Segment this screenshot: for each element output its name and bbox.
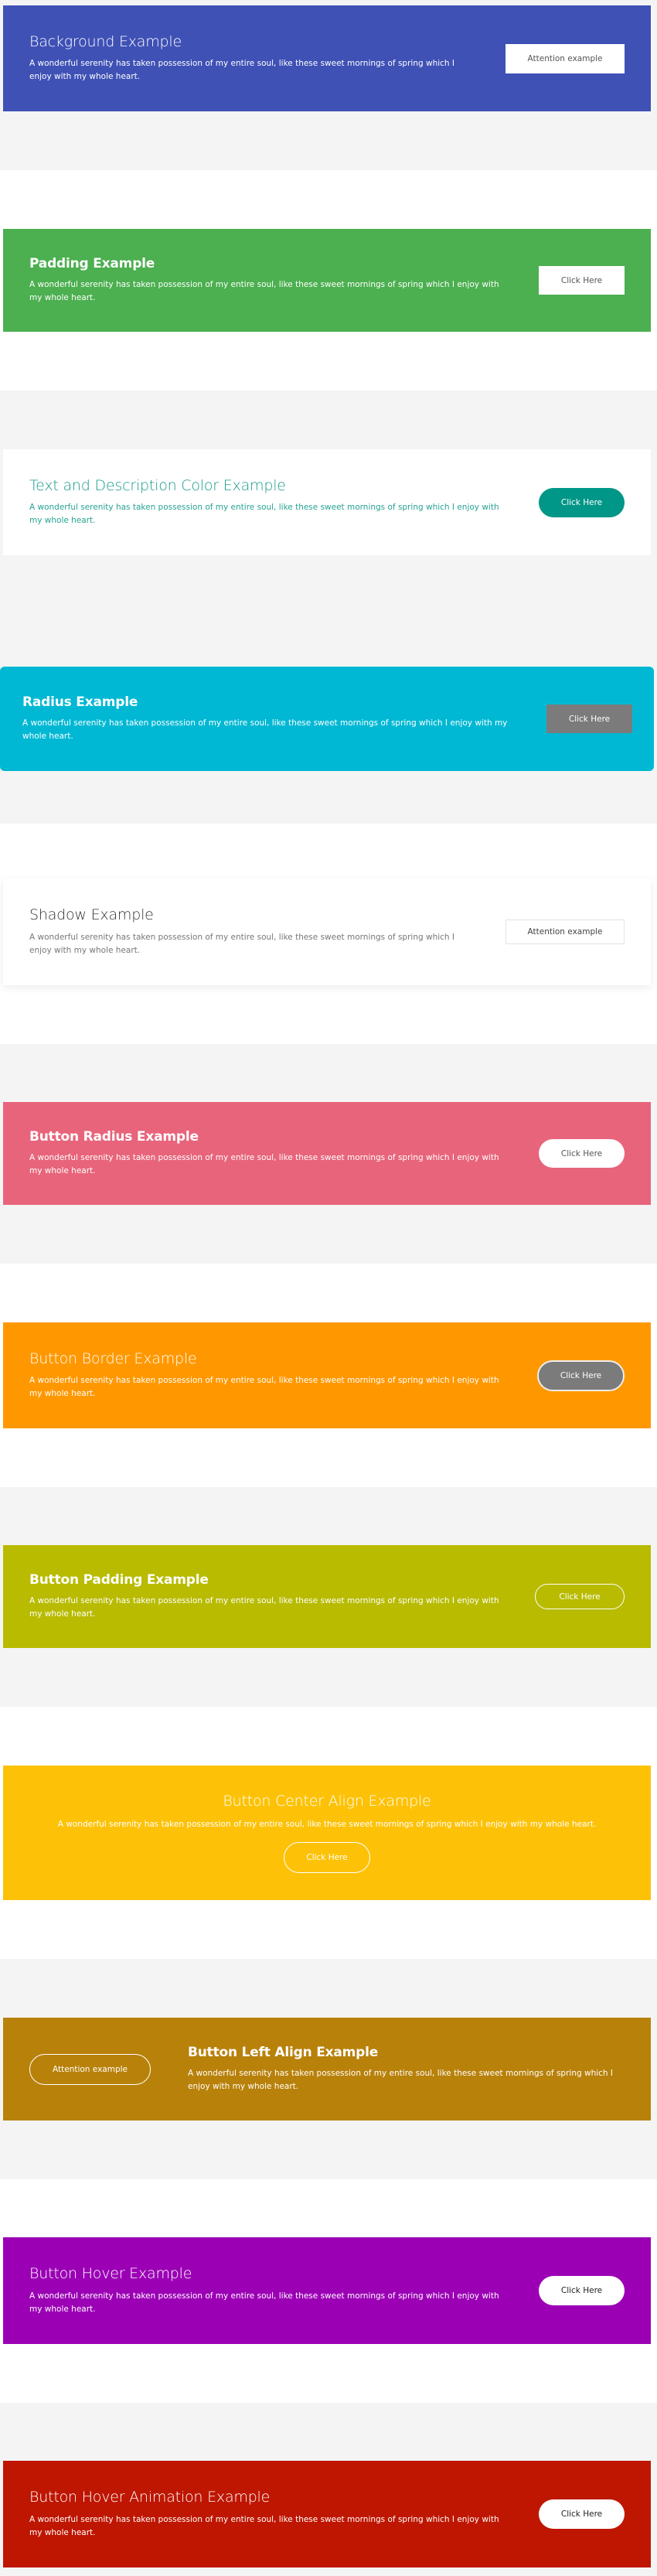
click-here-button[interactable]: Click Here [546,705,632,733]
click-here-button[interactable]: Click Here [539,1139,625,1168]
cta-background-example: Background Example A wonderful serenity … [3,5,651,111]
cta-description: A wonderful serenity has taken possessio… [22,718,508,742]
click-here-button[interactable]: Click Here [537,1360,625,1391]
cta-description: A wonderful serenity has taken possessio… [29,280,499,303]
cta-button-hover-animation-example: Button Hover Animation Example A wonderf… [3,2461,651,2567]
cta-title: Button Hover Animation Example [29,2489,271,2506]
cta-title: Padding Example [29,255,155,271]
click-here-button[interactable]: Click Here [539,487,625,517]
cta-description: A wonderful serenity has taken possessio… [188,2069,613,2092]
cta-text: Button Border Example A wonderful sereni… [29,1350,537,1401]
cta-title: Button Hover Example [29,2265,192,2283]
cta-shadow-example: Shadow Example A wonderful serenity has … [3,879,651,985]
cta-title: Button Left Align Example [188,2044,379,2060]
cta-button-radius-example: Button Radius Example A wonderful sereni… [3,1102,651,1205]
cta-description: A wonderful serenity has taken possessio… [29,1376,499,1399]
click-here-button[interactable]: Click Here [539,266,625,295]
cta-text: Radius Example A wonderful serenity has … [22,694,546,743]
cta-title: Text and Description Color Example [29,476,286,494]
cta-button-border-example: Button Border Example A wonderful sereni… [3,1322,651,1428]
cta-title: Button Padding Example [29,1571,209,1588]
attention-button[interactable]: Attention example [29,2053,151,2085]
cta-title: Radius Example [22,694,138,710]
cta-text: Background Example A wonderful serenity … [29,33,506,84]
cta-text: Button Radius Example A wonderful sereni… [29,1129,539,1178]
cta-text: Button Hover Example A wonderful serenit… [29,2265,539,2316]
click-here-button[interactable]: Click Here [535,1584,625,1609]
click-here-button[interactable]: Click Here [539,2499,625,2529]
cta-text: Button Padding Example A wonderful seren… [29,1572,535,1621]
cta-title: Shadow Example [29,906,154,924]
cta-text: Button Hover Animation Example A wonderf… [29,2489,539,2540]
cta-title: Background Example [29,32,182,50]
cta-description: A wonderful serenity has taken possessio… [29,2291,499,2314]
cta-title: Button Radius Example [29,1128,199,1145]
click-here-button[interactable]: Click Here [539,2276,625,2305]
cta-button-hover-example: Button Hover Example A wonderful serenit… [3,2237,651,2344]
cta-title: Button Center Align Example [223,1793,431,1810]
cta-description: A wonderful serenity has taken possessio… [29,2514,499,2537]
cta-button-left-align-example: Attention example Button Left Align Exam… [3,2018,651,2121]
cta-button-padding-example: Button Padding Example A wonderful seren… [3,1545,651,1648]
cta-text: Button Left Align Example A wonderful se… [188,2045,625,2093]
cta-description: A wonderful serenity has taken possessio… [29,932,454,955]
cta-text: Text and Description Color Example A won… [29,477,539,528]
cta-text: Shadow Example A wonderful serenity has … [29,906,506,957]
cta-description: A wonderful serenity has taken possessio… [57,1819,597,1829]
cta-description: A wonderful serenity has taken possessio… [29,1153,499,1176]
cta-text: Padding Example A wonderful serenity has… [29,256,539,305]
cta-description: A wonderful serenity has taken possessio… [29,59,454,82]
cta-text-color-example: Text and Description Color Example A won… [3,449,651,555]
cta-description: A wonderful serenity has taken possessio… [29,503,499,526]
cta-title: Button Border Example [29,1349,197,1367]
cta-text: Button Center Align Example A wonderful … [58,1793,596,1831]
attention-button[interactable]: Attention example [506,43,625,73]
cta-button-center-align-example: Button Center Align Example A wonderful … [3,1766,651,1900]
click-here-button[interactable]: Click Here [284,1841,370,1873]
cta-description: A wonderful serenity has taken possessio… [29,1596,499,1619]
cta-padding-example: Padding Example A wonderful serenity has… [3,229,651,332]
cta-radius-example: Radius Example A wonderful serenity has … [0,667,654,771]
attention-button[interactable]: Attention example [506,920,625,944]
